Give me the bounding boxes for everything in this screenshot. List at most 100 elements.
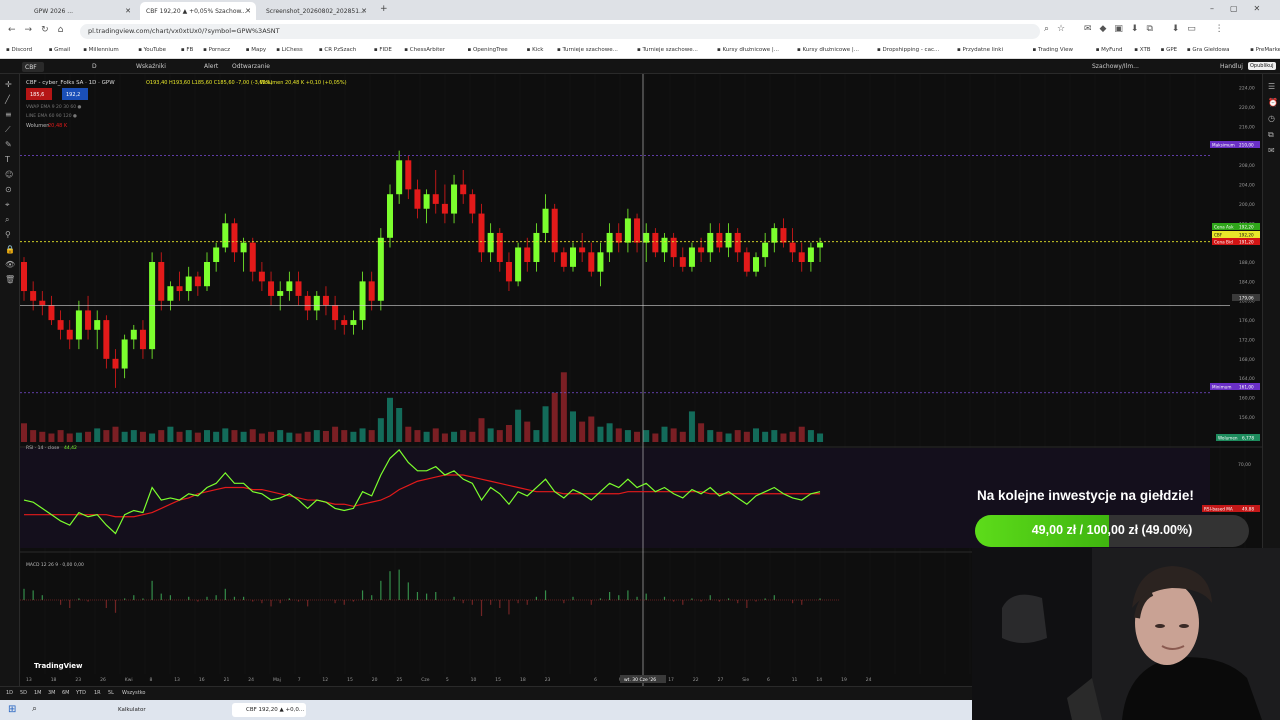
taskbar-app-browser[interactable]: CBF 192,20 ▲ +0,0... [232,703,306,717]
drawing-tool-icon[interactable]: ✛ [5,80,12,89]
volume-bar [258,433,265,442]
time-tick: 18 [51,677,57,683]
drawing-tool-icon[interactable]: ≡ [5,110,12,119]
browser-extension-icons[interactable]: ⌕☆ ✉◆▣⬇⧉ ⬇▭ ⋮ [1044,24,1232,34]
trade-button[interactable]: Handluj [1220,63,1243,70]
drawing-tool-icon[interactable]: ⌕ [5,215,9,225]
range-button[interactable]: YTD [76,690,86,696]
volume-bar [533,430,540,442]
time-tick: 11 [792,677,798,683]
bookmark-item[interactable]: ▪ Dropshipping - cac... [877,47,939,53]
bookmark-item[interactable]: ▪ Millennium [83,47,119,53]
sidebar-icon[interactable]: ⧉ [1268,130,1274,140]
macd-bar [151,580,153,600]
bookmark-item[interactable]: ▪ Kursy dłużnicowe |... [717,47,779,53]
alert-button[interactable]: Alert [204,63,218,70]
publish-button[interactable]: Opublikuj [1248,62,1276,70]
bookmark-item[interactable]: ▪ Pornacz [203,47,230,53]
bookmark-item[interactable]: ▪ XTB [1134,47,1150,53]
time-tick: 17 [668,677,674,683]
drawing-tool-icon[interactable]: ⟋ [5,125,11,135]
volume-bar [588,416,595,442]
drawing-tool-icon[interactable]: 🔒 [5,245,15,254]
volume-bar [734,430,741,442]
sidebar-icon[interactable]: ☰ [1268,82,1275,91]
bookmark-item[interactable]: ▪ ChessArbiter [404,47,445,53]
drawing-tool-icon[interactable]: 🗑 [5,275,15,284]
bookmark-item[interactable]: ▪ MyFund [1096,47,1123,53]
drawing-tool-icon[interactable]: ╱ [5,95,10,104]
nav-buttons[interactable]: ←→↻⌂ [8,25,72,35]
range-button[interactable]: 5D [20,690,27,696]
bookmark-item[interactable]: ▪ Kick [527,47,544,53]
bookmark-item[interactable]: ▪ OpeningTree [468,47,508,53]
windows-start-icon[interactable]: ⊞ [8,704,16,715]
bookmark-item[interactable]: ▪ LiChess [276,47,303,53]
bookmark-item[interactable]: ▪ GPE [1161,47,1178,53]
drawing-tool-icon[interactable]: T [5,155,10,164]
bookmark-item[interactable]: ▪ Gmail [49,47,71,53]
drawing-tool-icon[interactable]: ☺ [5,170,13,179]
interval-button[interactable]: D [92,63,97,70]
sell-price: 185,6 [30,92,44,98]
range-button[interactable]: 6M [62,690,70,696]
taskbar-app-calculator[interactable]: Kalkulator [108,703,178,717]
close-icon[interactable]: ✕ [125,7,131,15]
symbol-search[interactable]: CBF [22,62,44,72]
drawing-tool-icon[interactable]: ✎ [5,140,12,149]
search-icon[interactable]: ⌕ [32,704,37,714]
layout-name[interactable]: Szachowy/Ilm... [1092,63,1139,70]
macd-bar [343,600,345,605]
new-tab-icon[interactable]: + [380,4,388,14]
time-tick: 12 [322,677,328,683]
volume-bar [753,428,759,442]
bookmark-item[interactable]: ▪ Gra Giełdowa [1187,47,1230,53]
url-input[interactable]: pl.tradingview.com/chart/vx0xtUx0/?symbo… [80,24,1040,39]
volume-bar [405,426,412,442]
browser-tab-1[interactable]: GPW 2026 ... ✕ [28,2,136,20]
bookmark-item[interactable]: ▪ Discord [6,47,32,53]
volume-bar [505,425,512,442]
macd-bar [69,600,71,608]
range-button[interactable]: 1D [6,690,13,696]
sidebar-icon[interactable]: ⏰ [1268,98,1278,107]
drawing-tool-icon[interactable]: ⚲ [5,230,11,239]
close-icon[interactable]: ✕ [361,7,367,15]
drawing-tool-icon[interactable]: 👁 [5,260,15,269]
bookmark-item[interactable]: ▪ Kursy dłużnicowe |... [797,47,859,53]
range-button[interactable]: 5L [108,690,114,696]
bookmark-item[interactable]: ▪ FIDE [374,47,392,53]
rsi-tick-70: 70,00 [1238,462,1251,468]
range-button[interactable]: 3M [48,690,56,696]
drawing-tool-icon[interactable]: ⊙ [5,185,12,194]
indicators-button[interactable]: Wskaźniki [136,63,166,70]
sidebar-icon[interactable]: ✉ [1268,146,1275,155]
range-button[interactable]: 1R [94,690,101,696]
volume-bar [707,430,714,442]
bookmark-item[interactable]: ▪ CR PzSzach [319,47,356,53]
close-icon[interactable]: ✕ [245,7,251,15]
macd-bar [572,596,574,600]
window-controls[interactable]: –▢✕ [1210,4,1276,13]
bookmark-item[interactable]: ▪ FB [181,47,193,53]
bookmark-item[interactable]: ▪ Trading View [1033,47,1073,53]
bookmark-item[interactable]: ▪ Mapy [246,47,266,53]
bookmark-item[interactable]: ▪ PreMarket (MU) [1250,47,1280,53]
bookmark-item[interactable]: ▪ Turnieje szachowe... [557,47,618,53]
drawing-tool-icon[interactable]: ⌖ [5,200,10,210]
volume-bar [66,433,73,442]
price-tick: 160,00 [1239,396,1255,402]
range-button[interactable]: 1M [34,690,42,696]
macd-bar [526,600,528,605]
volume-bar [368,430,375,442]
browser-tab-3[interactable]: Screenshot_20260802_202851... ✕ [260,2,372,20]
volume-bar [48,433,55,442]
bookmark-item[interactable]: ▪ Turnieje szachowe... [637,47,698,53]
bookmark-item[interactable]: ▪ YouTube [138,47,166,53]
tab-label: CBF 192,20 ▲ +0,05% Szachow... [146,7,247,15]
range-button[interactable]: Wszystko [122,690,145,696]
replay-button[interactable]: Odtwarzanie [232,63,270,70]
browser-tab-2[interactable]: CBF 192,20 ▲ +0,05% Szachow... ✕ [140,2,256,20]
bookmark-item[interactable]: ▪ Przydatne linki [957,47,1003,53]
sidebar-icon[interactable]: ◷ [1268,114,1275,123]
